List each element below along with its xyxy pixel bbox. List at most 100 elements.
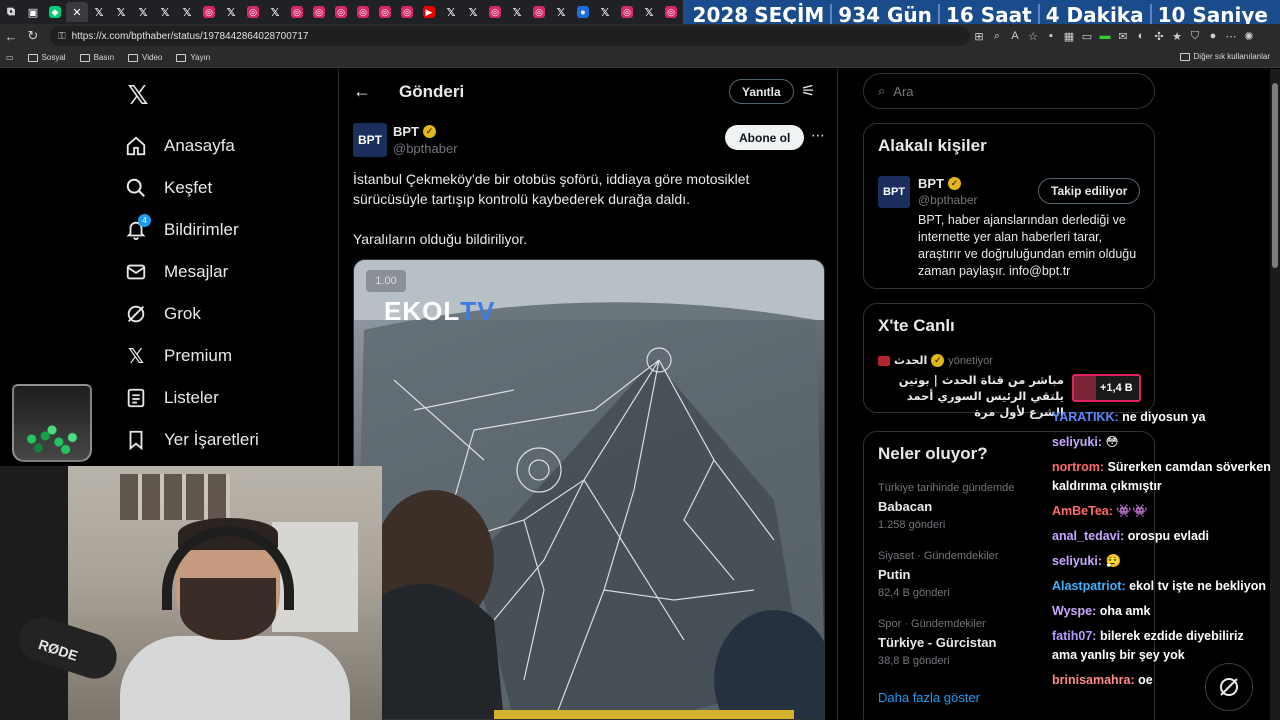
nav-item-home[interactable]: Anasayfa — [124, 125, 259, 167]
bookmark-folder[interactable]: Yayın — [176, 53, 210, 62]
live-title[interactable]: مباشر من قناة الحدث | بوتين يلتقي الرئيس… — [878, 372, 1064, 420]
chat-text: 😮‍💨 — [1105, 554, 1122, 568]
scrollbar-thumb[interactable] — [1272, 83, 1278, 268]
bookmark-folder[interactable]: Sosyal — [27, 53, 66, 62]
nav-item-explore[interactable]: Keşfet — [124, 167, 259, 209]
url-field[interactable]: ⚿ https://x.com/bpthaber/status/19784428… — [50, 26, 970, 46]
tab-actions-icon[interactable]: ▣ — [22, 2, 44, 22]
tab-x-5[interactable]: 𝕏 — [176, 2, 198, 22]
trend-count: 82,4 B gönderi — [878, 587, 950, 599]
nav-label: Anasayfa — [164, 136, 235, 155]
back-arrow-icon[interactable]: ← — [353, 81, 371, 102]
tab-twitch[interactable]: ◆ — [44, 2, 66, 22]
tab-close-icon[interactable]: ✕ — [66, 2, 88, 22]
extension-icon-3[interactable]: ▭ — [1078, 27, 1096, 45]
tab-x-13[interactable]: 𝕏 — [638, 2, 660, 22]
tab-instagram-3[interactable]: ◎ — [286, 2, 308, 22]
profile-avatar[interactable]: ● — [1204, 27, 1222, 45]
list-icon — [124, 386, 148, 410]
x-logo-icon[interactable]: 𝕏 — [124, 80, 152, 110]
tab-x-7[interactable]: 𝕏 — [264, 2, 286, 22]
tab-instagram-2[interactable]: ◎ — [242, 2, 264, 22]
tab-instagram-10[interactable]: ◎ — [528, 2, 550, 22]
tab-x-2[interactable]: 𝕏 — [110, 2, 132, 22]
tab-x-8[interactable]: 𝕏 — [440, 2, 462, 22]
back-arrow-icon[interactable]: ← — [0, 25, 22, 47]
related-name[interactable]: BPT ✓ — [918, 176, 961, 191]
copilot-icon[interactable]: ✺ — [1240, 27, 1258, 45]
read-aloud-icon[interactable]: A — [1006, 27, 1024, 45]
search-input[interactable]: ⌕ Ara — [863, 73, 1155, 109]
author-name[interactable]: BPT ✓ — [393, 124, 436, 139]
app-available-icon[interactable]: ⊞ — [970, 27, 988, 45]
tab-instagram-4[interactable]: ◎ — [308, 2, 330, 22]
reply-button[interactable]: Yanıtla — [729, 79, 794, 104]
trend-item[interactable]: Spor · Gündemdekiler Türkiye - Gürcistan… — [878, 618, 996, 667]
show-more-link[interactable]: Daha fazla göster — [878, 690, 980, 705]
tab-instagram-6[interactable]: ◎ — [352, 2, 374, 22]
more-options-icon[interactable]: ⋯ — [811, 127, 825, 144]
favorites-bar-icon[interactable]: ★ — [1168, 27, 1186, 45]
trend-item[interactable]: Türkiye tarihinde gündemde Babacan 1.258… — [878, 482, 1014, 531]
nav-item-premium[interactable]: 𝕏 Premium — [124, 335, 259, 377]
subscribe-button[interactable]: Abone ol — [725, 125, 805, 150]
extension-icon-5[interactable]: ✉ — [1114, 27, 1132, 45]
tab-x-12[interactable]: 𝕏 — [594, 2, 616, 22]
zoom-icon[interactable]: ⌕ — [988, 27, 1006, 45]
extension-icon-1[interactable]: ▪ — [1042, 27, 1060, 45]
nav-item-grok[interactable]: Grok — [124, 293, 259, 335]
countdown-divider — [830, 3, 833, 26]
extensions-puzzle-icon[interactable]: ✣ — [1150, 27, 1168, 45]
live-thumbnail — [1074, 376, 1096, 400]
tab-instagram-7[interactable]: ◎ — [374, 2, 396, 22]
shield-icon[interactable]: ⛉ — [1186, 27, 1204, 45]
workspaces-icon[interactable]: ⧉ — [0, 2, 22, 22]
other-favorites[interactable]: Diğer sık kullanılanlar — [1179, 52, 1270, 61]
tab-x-4[interactable]: 𝕏 — [154, 2, 176, 22]
post-text-paragraph: İstanbul Çekmeköy'de bir otobüs şoförü, … — [353, 171, 750, 207]
bookmark-folder[interactable]: Basın — [79, 53, 114, 62]
favorite-star-icon[interactable]: ☆ — [1024, 27, 1042, 45]
chat-username: brinisamahra: — [1052, 673, 1135, 687]
reload-icon[interactable]: ↻ — [22, 25, 44, 47]
related-avatar[interactable]: BPT — [878, 176, 910, 208]
tab-instagram-9[interactable]: ◎ — [484, 2, 506, 22]
following-button[interactable]: Takip ediliyor — [1038, 178, 1141, 204]
notification-badge: 4 — [138, 214, 151, 227]
trend-item[interactable]: Siyaset · Gündemdekiler Putin 82,4 B gön… — [878, 550, 998, 599]
nav-item-lists[interactable]: Listeler — [124, 377, 259, 419]
tab-x-6[interactable]: 𝕏 — [220, 2, 242, 22]
tab-x-3[interactable]: 𝕏 — [132, 2, 154, 22]
tab-instagram-12[interactable]: ◎ — [660, 2, 682, 22]
menu-dots-icon[interactable]: ⋯ — [1222, 27, 1240, 45]
extension-icon-4[interactable]: ▬ — [1096, 27, 1114, 45]
tab-x-11[interactable]: 𝕏 — [550, 2, 572, 22]
author-handle[interactable]: @bpthaber — [393, 141, 458, 156]
chat-username: seliyuki: — [1052, 435, 1103, 449]
live-host[interactable]: الحدث ✓ yönetiyor — [878, 354, 993, 367]
tab-youtube[interactable]: ▶ — [418, 2, 440, 22]
author-avatar[interactable]: BPT — [353, 123, 387, 157]
bookmark-apps-icon[interactable]: ▭ — [6, 53, 14, 62]
nav-item-bookmarks[interactable]: Yer İşaretleri — [124, 419, 259, 461]
sliders-icon[interactable]: ⚟ — [801, 81, 815, 101]
tab-x-9[interactable]: 𝕏 — [462, 2, 484, 22]
tab-instagram-8[interactable]: ◎ — [396, 2, 418, 22]
tab-x-1[interactable]: 𝕏 — [88, 2, 110, 22]
related-handle[interactable]: @bpthaber — [918, 193, 978, 207]
extension-icon-6[interactable]: ◐ — [1132, 27, 1150, 45]
post-video[interactable]: 1.00 EKOLTV — [353, 259, 825, 720]
nav-item-notifications[interactable]: 4 Bildirimler — [124, 209, 259, 251]
live-listener-count[interactable]: +1,4 B — [1072, 374, 1141, 402]
trend-context: Spor · Gündemdekiler — [878, 618, 986, 630]
playback-speed[interactable]: 1.00 — [366, 270, 406, 292]
extension-icon-2[interactable]: ▦ — [1060, 27, 1078, 45]
tab-instagram-11[interactable]: ◎ — [616, 2, 638, 22]
site-info-icon[interactable]: ⚿ — [58, 31, 66, 42]
tab-blue[interactable]: ● — [572, 2, 594, 22]
nav-item-messages[interactable]: Mesajlar — [124, 251, 259, 293]
tab-x-10[interactable]: 𝕏 — [506, 2, 528, 22]
bookmark-folder[interactable]: Video — [128, 53, 162, 62]
tab-instagram-5[interactable]: ◎ — [330, 2, 352, 22]
tab-instagram-1[interactable]: ◎ — [198, 2, 220, 22]
